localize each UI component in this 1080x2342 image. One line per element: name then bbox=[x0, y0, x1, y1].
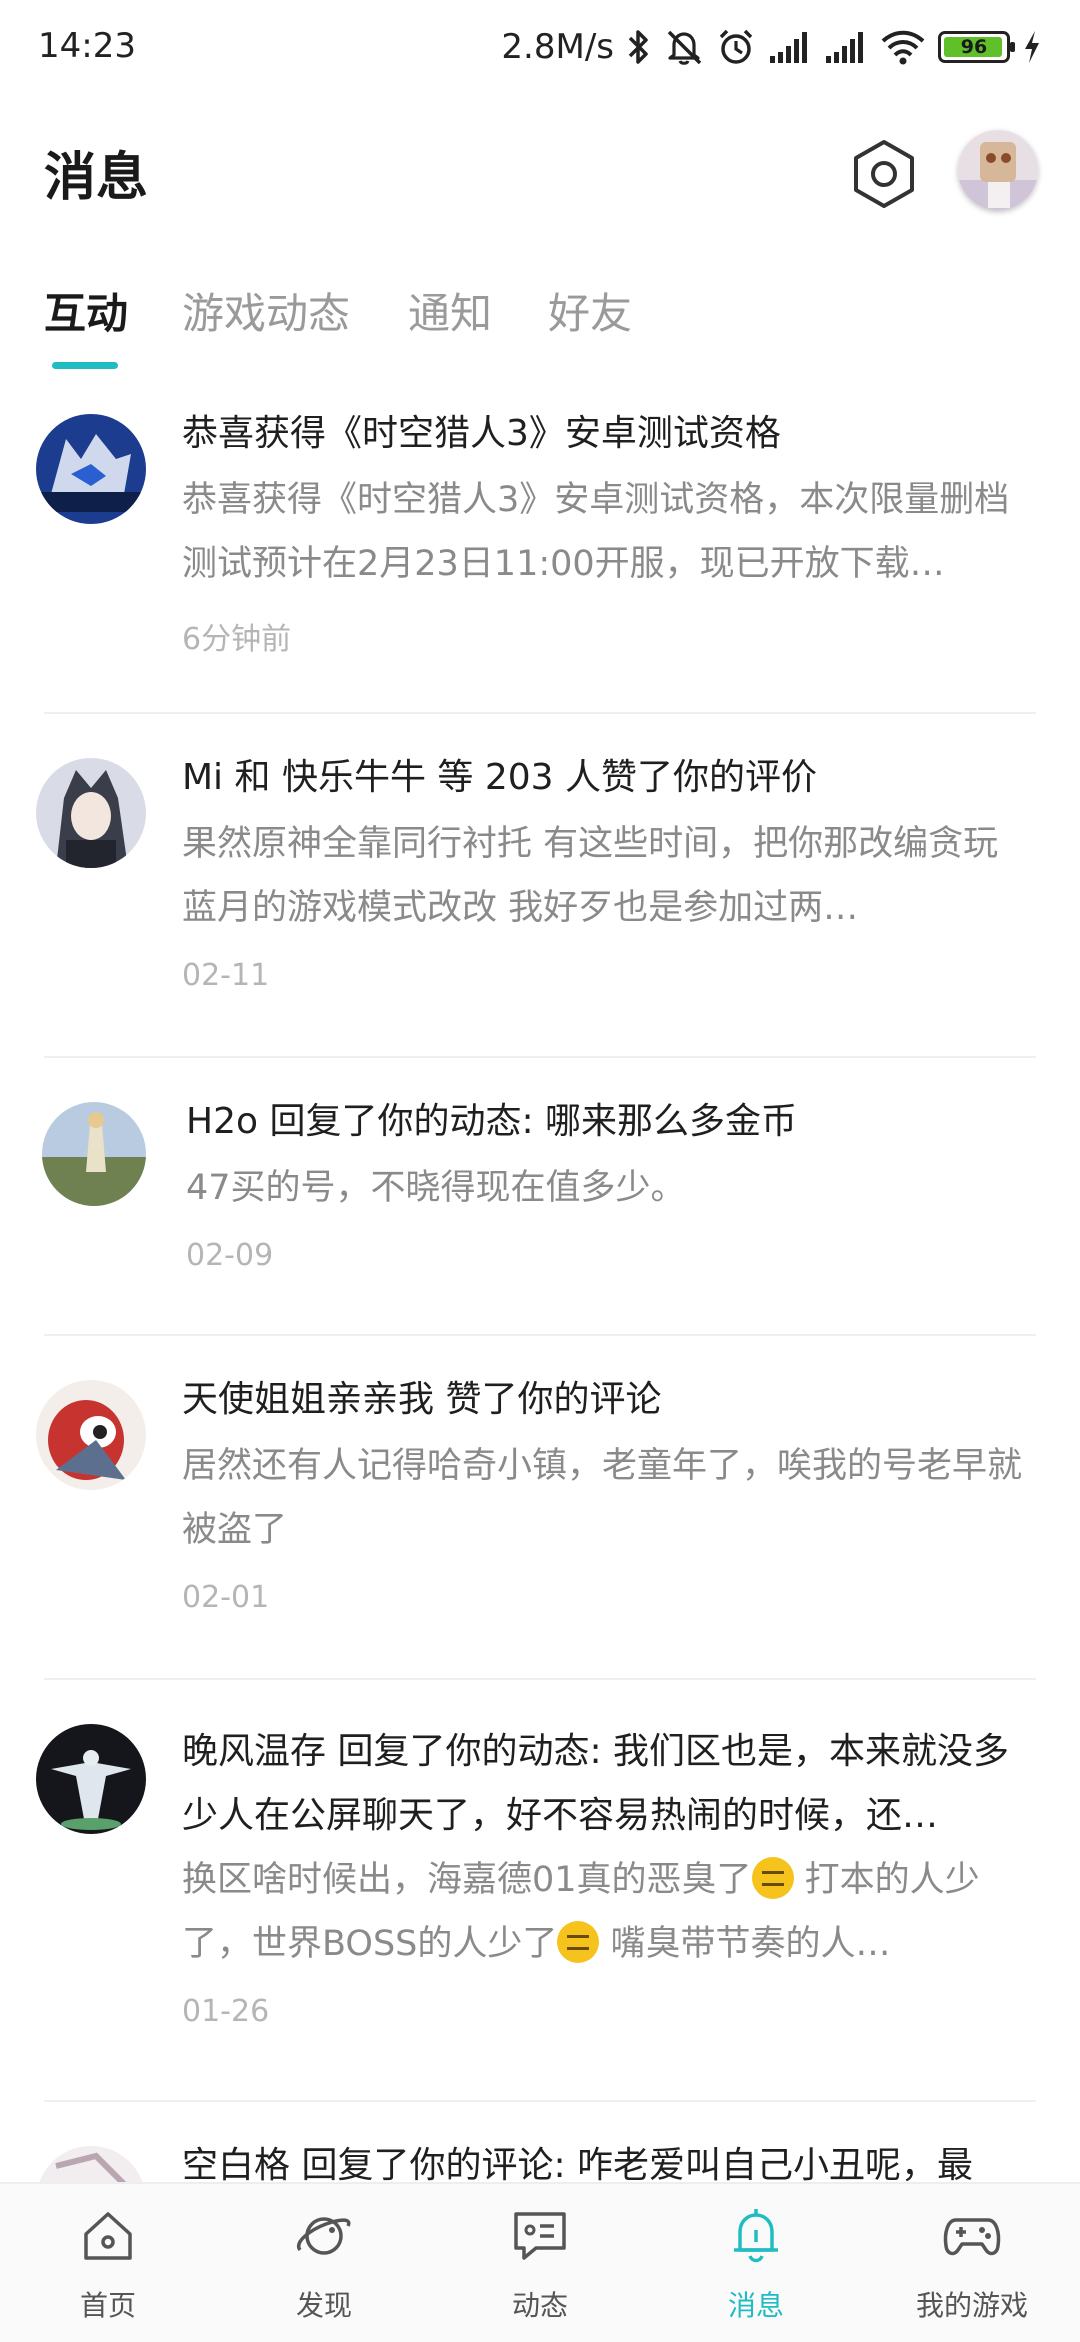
divider bbox=[44, 1056, 1036, 1058]
expressionless-emoji-icon bbox=[557, 1921, 600, 1963]
message-text: 果然原神全靠同行衬托 有这些时间，把你那改编贪玩蓝月的游戏模式改改 我好歹也是参… bbox=[182, 824, 999, 928]
network-speed: 2.8M/s bbox=[501, 27, 614, 67]
expressionless-emoji-icon bbox=[751, 1857, 794, 1899]
list-item[interactable]: Mi 和 快乐牛牛 等 203 人赞了你的评价 果然原神全靠同行衬托 有这些时间… bbox=[0, 744, 1080, 1056]
nav-label: 发现 bbox=[295, 2289, 352, 2322]
page-title: 消息 bbox=[44, 148, 149, 208]
bluetooth-icon bbox=[628, 30, 648, 64]
status-icons: 2.8M/s 96 bbox=[501, 22, 1042, 72]
battery-level: 96 bbox=[960, 36, 988, 58]
message-title: Mi 和 快乐牛牛 等 203 人赞了你的评价 bbox=[182, 757, 817, 798]
message-title: 晚风温存 回复了你的动态: 我们区也是，本来就没多少人在公屏聊天了，好不容易热闹… bbox=[182, 1731, 1010, 1836]
avatar[interactable] bbox=[36, 758, 146, 868]
avatar[interactable] bbox=[36, 1380, 146, 1490]
landscape-avatar-image bbox=[42, 1102, 146, 1206]
avatar[interactable] bbox=[36, 1724, 146, 1834]
battery-icon: 96 bbox=[938, 31, 1015, 63]
signal-icon bbox=[770, 32, 807, 63]
profile-avatar[interactable] bbox=[958, 130, 1038, 210]
chat-icon bbox=[514, 2212, 566, 2260]
nav-discover[interactable]: 发现 bbox=[216, 2184, 432, 2342]
message-title: 空白格 回复了你的评论: 咋老爱叫自己小丑呢，最 bbox=[182, 2145, 974, 2182]
list-item[interactable]: 晚风温存 回复了你的动态: 我们区也是，本来就没多少人在公屏聊天了，好不容易热闹… bbox=[0, 1710, 1080, 2110]
list-item[interactable]: 空白格 回复了你的评论: 咋老爱叫自己小丑呢，最 bbox=[0, 2132, 1080, 2182]
tab-notifications[interactable]: 通知 bbox=[408, 280, 492, 341]
home-icon bbox=[84, 2212, 132, 2260]
status-bar: 14:23 2.8M/s 96 bbox=[0, 0, 1080, 96]
divider bbox=[44, 1334, 1036, 1336]
avatar[interactable] bbox=[36, 2146, 146, 2182]
charging-icon bbox=[1025, 31, 1039, 63]
nav-feed[interactable]: 动态 bbox=[432, 2184, 648, 2342]
message-title: 恭喜获得《时空猎人3》安卓测试资格 bbox=[182, 413, 781, 454]
message-time: 02-01 bbox=[182, 1580, 270, 1615]
divider bbox=[44, 1678, 1036, 1680]
white-figure-avatar-image bbox=[36, 1724, 146, 1834]
wolf-avatar-image bbox=[36, 414, 146, 524]
gamepad-icon bbox=[943, 2218, 1001, 2256]
list-item[interactable]: 天使姐姐亲亲我 赞了你的评论 居然还有人记得哈奇小镇，老童年了，唉我的号老早就被… bbox=[0, 1366, 1080, 1678]
status-time: 14:23 bbox=[38, 26, 136, 66]
avatar-image bbox=[958, 130, 1038, 210]
nav-messages[interactable]: 消息 bbox=[648, 2184, 864, 2342]
message-text: 47买的号，不晓得现在值多少。 bbox=[186, 1168, 686, 1208]
message-title: 天使姐姐亲亲我 赞了你的评论 bbox=[182, 1379, 662, 1420]
divider bbox=[44, 712, 1036, 714]
message-time: 6分钟前 bbox=[182, 622, 292, 657]
bell-icon bbox=[734, 2209, 778, 2263]
hexagon-settings-icon[interactable] bbox=[848, 138, 920, 210]
message-text: 恭喜获得《时空猎人3》安卓测试资格，本次限量删档测试预计在2月23日11:00开… bbox=[182, 480, 1010, 584]
message-time: 02-09 bbox=[186, 1238, 274, 1273]
signal-icon bbox=[826, 32, 863, 63]
tab-friends[interactable]: 好友 bbox=[548, 280, 632, 341]
wifi-icon bbox=[881, 30, 925, 65]
tab-bar: 互动 游戏动态 通知 好友 bbox=[0, 280, 1080, 370]
avatar[interactable] bbox=[42, 1102, 146, 1206]
planet-icon bbox=[297, 2217, 351, 2255]
nav-home[interactable]: 首页 bbox=[0, 2184, 216, 2342]
mute-icon bbox=[667, 30, 702, 65]
message-text: 居然还有人记得哈奇小镇，老童年了，唉我的号老早就被盗了 bbox=[182, 1446, 1023, 1550]
avatar[interactable] bbox=[36, 414, 146, 524]
message-time: 02-11 bbox=[182, 958, 270, 993]
nav-my-games[interactable]: 我的游戏 bbox=[864, 2184, 1080, 2342]
alarm-icon bbox=[719, 29, 753, 64]
tab-game-news[interactable]: 游戏动态 bbox=[182, 280, 350, 341]
sketch-avatar-image bbox=[36, 2146, 146, 2182]
mascot-avatar-image bbox=[36, 1380, 146, 1490]
nav-label: 动态 bbox=[511, 2289, 568, 2322]
active-tab-indicator bbox=[52, 362, 118, 369]
nav-label: 首页 bbox=[79, 2289, 136, 2322]
bottom-nav: 首页 发现 动态 消息 我的游戏 bbox=[0, 2182, 1080, 2342]
tab-interaction[interactable]: 互动 bbox=[44, 280, 128, 341]
message-time: 01-26 bbox=[182, 1994, 270, 2029]
message-list[interactable]: 恭喜获得《时空猎人3》安卓测试资格 恭喜获得《时空猎人3》安卓测试资格，本次限量… bbox=[0, 400, 1080, 2182]
anime-girl-avatar-image bbox=[36, 758, 146, 868]
list-item[interactable]: H2o 回复了你的动态: 哪来那么多金币 47买的号，不晓得现在值多少。 02-… bbox=[0, 1088, 1080, 1338]
list-item[interactable]: 恭喜获得《时空猎人3》安卓测试资格 恭喜获得《时空猎人3》安卓测试资格，本次限量… bbox=[0, 400, 1080, 712]
message-text: 换区啥时候出，海嘉德01真的恶臭了 打本的人少了，世界BOSS的人少了 嘴臭带节… bbox=[182, 1848, 1032, 1976]
nav-label: 消息 bbox=[727, 2289, 784, 2322]
divider bbox=[44, 2100, 1036, 2102]
message-title: H2o 回复了你的动态: 哪来那么多金币 bbox=[186, 1101, 798, 1142]
nav-label: 我的游戏 bbox=[915, 2289, 1028, 2322]
